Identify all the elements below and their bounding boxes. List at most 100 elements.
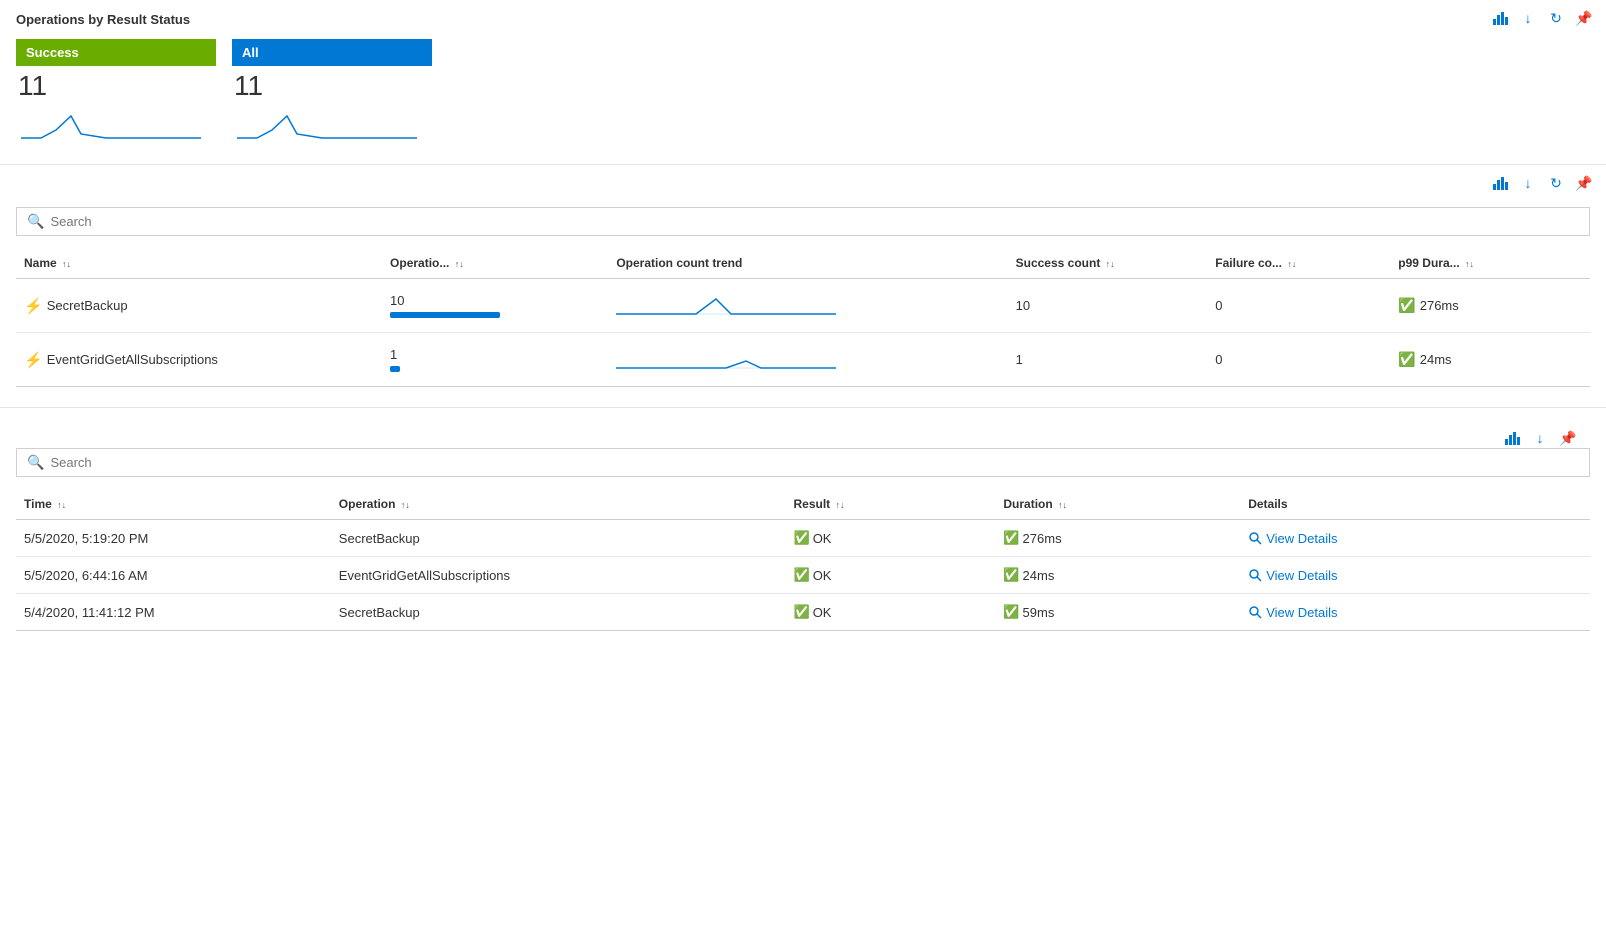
log-result: ✅ OK — [786, 594, 996, 631]
bottom-search-bar[interactable]: 🔍 — [16, 448, 1590, 477]
ok-icon-dur: ✅ — [1003, 530, 1019, 546]
stat-card-all-value: 11 — [232, 66, 432, 104]
log-operation: SecretBackup — [331, 520, 786, 557]
sort-icon-operation: ↑↓ — [401, 500, 410, 510]
col-header-trend: Operation count trend — [608, 248, 1007, 279]
trend-chart-1 — [616, 289, 836, 319]
chart-icon-bot[interactable] — [1502, 428, 1522, 448]
log-table: Time ↑↓ Operation ↑↓ Result ↑↓ Duration … — [16, 489, 1590, 631]
stat-card-all-sparkline — [232, 104, 432, 144]
view-details-link[interactable]: View Details — [1248, 531, 1582, 546]
op-trend-cell — [608, 279, 1007, 333]
col-header-result[interactable]: Result ↑↓ — [786, 489, 996, 520]
magnify-icon — [1248, 531, 1262, 545]
stat-card-success-sparkline — [16, 104, 216, 144]
op-count-value: 10 — [390, 293, 600, 308]
log-details: View Details — [1240, 557, 1590, 594]
stat-cards: Success 11 All 11 — [16, 39, 1590, 144]
pin-icon-mid[interactable]: 📌 — [1574, 173, 1594, 193]
result-text: OK — [813, 605, 832, 620]
magnify-icon — [1248, 568, 1262, 582]
table-row: ⚡ SecretBackup 10 — [16, 279, 1590, 333]
download-icon-bot[interactable]: ↓ — [1530, 428, 1550, 448]
bottom-section: ↓ 📌 🔍 Time ↑↓ Operation ↑↓ — [0, 408, 1606, 643]
log-row: 5/4/2020, 11:41:12 PM SecretBackup ✅ OK … — [16, 594, 1590, 631]
sort-icon-time: ↑↓ — [57, 500, 66, 510]
sort-icon-success: ↑↓ — [1106, 259, 1115, 269]
search-icon-mid: 🔍 — [27, 213, 44, 230]
op-name-text: EventGridGetAllSubscriptions — [47, 352, 218, 367]
log-duration: ✅ 24ms — [995, 557, 1240, 594]
middle-toolbar: ↓ ↻ 📌 — [1490, 173, 1594, 193]
stat-card-success[interactable]: Success 11 — [16, 39, 216, 144]
sort-icon-result: ↑↓ — [836, 500, 845, 510]
log-row: 5/5/2020, 5:19:20 PM SecretBackup ✅ OK ✅… — [16, 520, 1590, 557]
top-section-title: Operations by Result Status — [16, 12, 1590, 27]
middle-section: ↓ ↻ 📌 🔍 Name ↑↓ Operatio... — [0, 165, 1606, 408]
check-icon-2: ✅ — [1398, 351, 1415, 368]
success-count-cell: 1 — [1008, 333, 1208, 387]
col-header-failure[interactable]: Failure co... ↑↓ — [1207, 248, 1390, 279]
check-icon-1: ✅ — [1398, 297, 1415, 314]
trend-chart-2 — [616, 343, 836, 373]
stat-card-all-label: All — [232, 39, 432, 66]
op-bar — [390, 366, 400, 372]
lightning-icon: ⚡ — [24, 297, 43, 315]
duration-text: 276ms — [1023, 531, 1062, 546]
sort-icon-opcount: ↑↓ — [455, 259, 464, 269]
table-row: ⚡ EventGridGetAllSubscriptions 1 — [16, 333, 1590, 387]
op-name-cell: ⚡ EventGridGetAllSubscriptions — [16, 333, 382, 387]
log-time: 5/4/2020, 11:41:12 PM — [16, 594, 331, 631]
col-header-name[interactable]: Name ↑↓ — [16, 248, 382, 279]
log-row: 5/5/2020, 6:44:16 AM EventGridGetAllSubs… — [16, 557, 1590, 594]
view-details-link[interactable]: View Details — [1248, 605, 1582, 620]
refresh-icon[interactable]: ↻ — [1546, 8, 1566, 28]
ok-icon: ✅ — [794, 604, 810, 620]
download-icon[interactable]: ↓ — [1518, 8, 1538, 28]
col-header-p99[interactable]: p99 Dura... ↑↓ — [1390, 248, 1590, 279]
magnify-icon — [1248, 605, 1262, 619]
ok-icon: ✅ — [794, 530, 810, 546]
op-trend-cell — [608, 333, 1007, 387]
col-header-operation[interactable]: Operation ↑↓ — [331, 489, 786, 520]
pin-icon-bot[interactable]: 📌 — [1558, 428, 1578, 448]
op-count-cell: 1 — [382, 333, 608, 387]
bottom-toolbar: ↓ 📌 — [4, 428, 1578, 448]
view-details-link[interactable]: View Details — [1248, 568, 1582, 583]
col-header-time[interactable]: Time ↑↓ — [16, 489, 331, 520]
refresh-icon-mid[interactable]: ↻ — [1546, 173, 1566, 193]
stat-card-all[interactable]: All 11 — [232, 39, 432, 144]
middle-search-bar[interactable]: 🔍 — [16, 207, 1590, 236]
chart-icon[interactable] — [1490, 8, 1510, 28]
log-time: 5/5/2020, 6:44:16 AM — [16, 557, 331, 594]
p99-value: 24ms — [1420, 352, 1452, 367]
col-header-success[interactable]: Success count ↑↓ — [1008, 248, 1208, 279]
log-operation: EventGridGetAllSubscriptions — [331, 557, 786, 594]
ok-icon-dur: ✅ — [1003, 604, 1019, 620]
col-header-opcount[interactable]: Operatio... ↑↓ — [382, 248, 608, 279]
col-header-details: Details — [1240, 489, 1590, 520]
download-icon-mid[interactable]: ↓ — [1518, 173, 1538, 193]
pin-icon[interactable]: 📌 — [1574, 8, 1594, 28]
op-count-cell: 10 — [382, 279, 608, 333]
bottom-search-input[interactable] — [50, 455, 1579, 470]
op-count-value: 1 — [390, 347, 600, 362]
chart-icon-mid[interactable] — [1490, 173, 1510, 193]
middle-search-input[interactable] — [50, 214, 1579, 229]
log-result: ✅ OK — [786, 520, 996, 557]
col-header-duration[interactable]: Duration ↑↓ — [995, 489, 1240, 520]
success-count-cell: 10 — [1008, 279, 1208, 333]
sort-icon-duration: ↑↓ — [1058, 500, 1067, 510]
ok-icon: ✅ — [794, 567, 810, 583]
p99-value: 276ms — [1420, 298, 1459, 313]
ok-icon-dur: ✅ — [1003, 567, 1019, 583]
p99-cell: ✅ 24ms — [1390, 333, 1590, 387]
log-duration: ✅ 59ms — [995, 594, 1240, 631]
log-details: View Details — [1240, 520, 1590, 557]
top-section: Operations by Result Status ↓ ↻ 📌 Succes… — [0, 0, 1606, 165]
stat-card-success-label: Success — [16, 39, 216, 66]
op-bar — [390, 312, 500, 318]
sort-icon-failure: ↑↓ — [1287, 259, 1296, 269]
sort-icon-p99: ↑↓ — [1465, 259, 1474, 269]
top-toolbar: ↓ ↻ 📌 — [1490, 8, 1594, 28]
